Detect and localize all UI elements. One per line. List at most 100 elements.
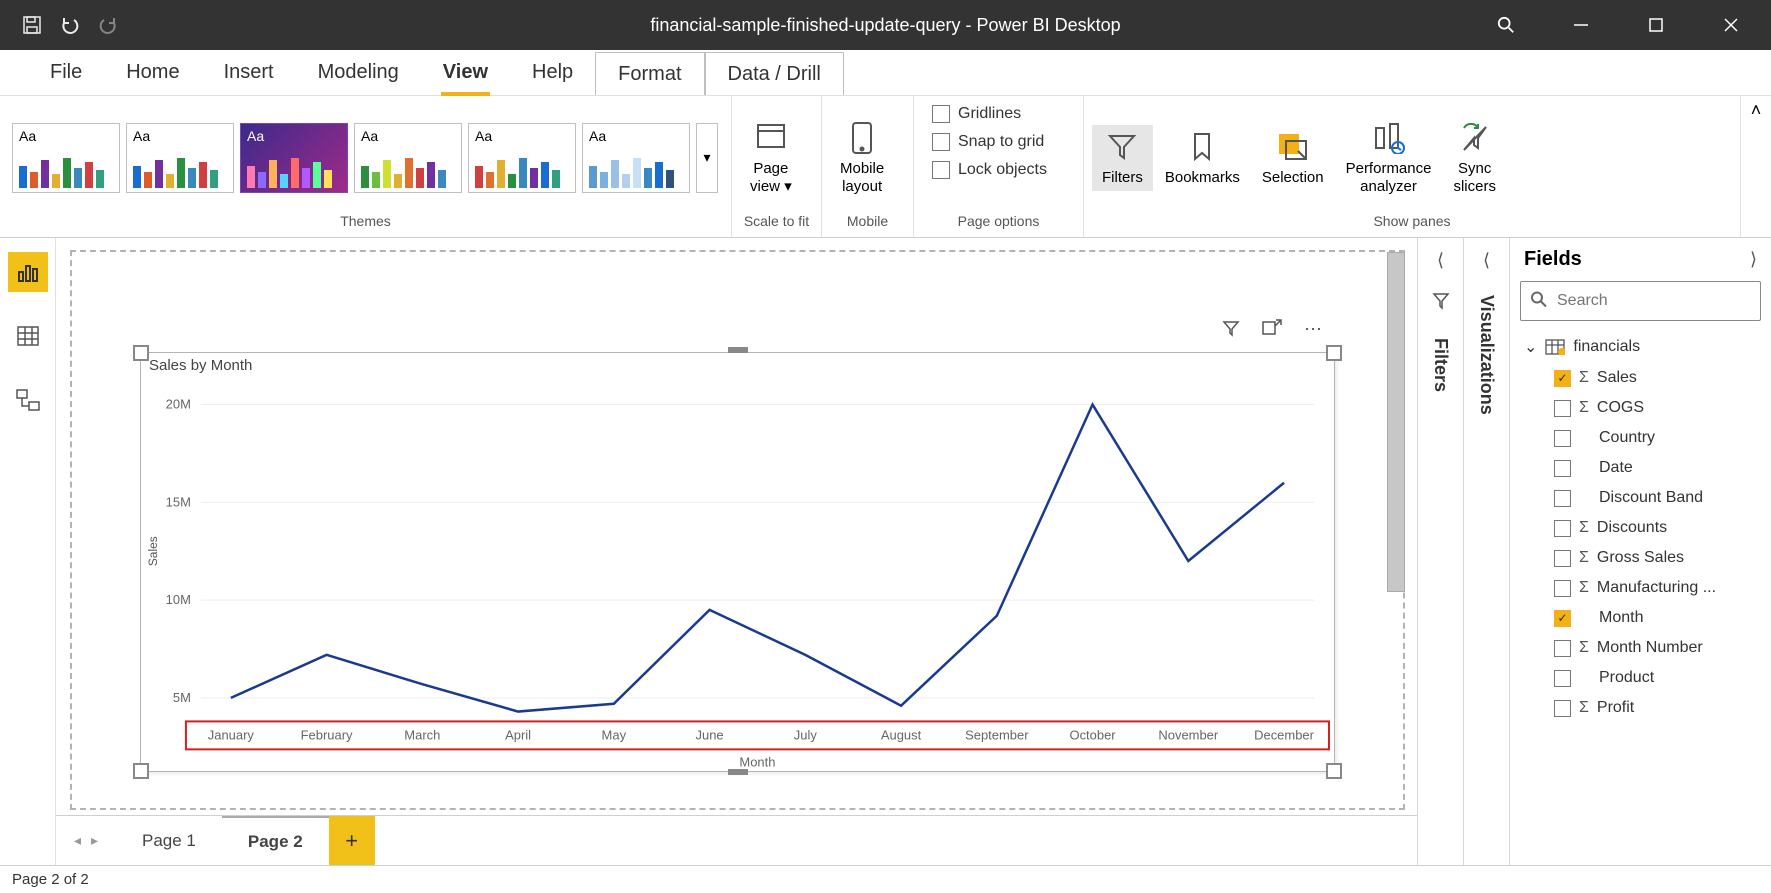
field-discounts[interactable]: ΣDiscounts [1520, 513, 1765, 543]
collapse-ribbon-icon[interactable]: ˄ [1741, 96, 1771, 237]
filters-pane-collapsed[interactable]: ⟨ Filters [1417, 238, 1463, 865]
tab-format[interactable]: Format [595, 52, 704, 95]
theme-6[interactable]: Aa [582, 123, 690, 193]
checkbox[interactable] [1554, 640, 1571, 657]
maximize-icon[interactable] [1646, 15, 1666, 35]
table-icon [1545, 339, 1565, 355]
field-product[interactable]: Product [1520, 663, 1765, 693]
page-view-button[interactable]: Page view ▾ [740, 116, 802, 200]
report-canvas[interactable]: ⋯ Sales by Month 5M10M15M20MJanuaryFebru… [56, 238, 1417, 815]
tab-modeling[interactable]: Modeling [296, 50, 421, 95]
checkbox[interactable]: ✓ [1554, 370, 1571, 387]
page-nav[interactable]: ◂▸ [56, 816, 116, 865]
theme-1[interactable]: Aa [12, 123, 120, 193]
tab-data-drill[interactable]: Data / Drill [705, 52, 844, 95]
chk-lock[interactable]: Lock objects [928, 158, 1051, 182]
add-page-button[interactable]: + [329, 816, 375, 865]
checkbox[interactable] [1554, 580, 1571, 597]
checkbox[interactable] [1554, 460, 1571, 477]
chevron-left-icon[interactable]: ⟨ [1483, 250, 1490, 271]
bookmarks-button[interactable]: Bookmarks [1155, 125, 1250, 191]
scrollbar[interactable] [1387, 252, 1405, 592]
group-themes-label: Themes [8, 213, 723, 237]
tab-insert[interactable]: Insert [202, 50, 296, 95]
report-page[interactable]: ⋯ Sales by Month 5M10M15M20MJanuaryFebru… [70, 250, 1405, 810]
page-tab-1[interactable]: Page 1 [116, 816, 222, 865]
performance-button[interactable]: Performance analyzer [1336, 116, 1442, 200]
theme-4[interactable]: Aa [354, 123, 462, 193]
close-icon[interactable] [1721, 15, 1741, 35]
checkbox[interactable] [1554, 670, 1571, 687]
mobile-layout-button[interactable]: Mobile layout [830, 116, 894, 200]
group-scale-label: Scale to fit [740, 213, 813, 237]
field-discount-band[interactable]: Discount Band [1520, 483, 1765, 513]
table-financials[interactable]: ⌄financials [1520, 331, 1765, 363]
svg-text:January: January [208, 727, 255, 742]
tab-help[interactable]: Help [510, 50, 595, 95]
checkbox[interactable] [1554, 430, 1571, 447]
theme-3[interactable]: Aa [240, 123, 348, 193]
themes-dropdown[interactable]: ▾ [696, 123, 718, 193]
report-view-button[interactable] [8, 252, 48, 292]
chart-plot: 5M10M15M20MJanuaryFebruaryMarchAprilMayJ… [141, 375, 1334, 772]
undo-icon[interactable] [60, 15, 80, 35]
save-icon[interactable] [22, 15, 42, 35]
line-chart-visual[interactable]: ⋯ Sales by Month 5M10M15M20MJanuaryFebru… [140, 352, 1335, 772]
tab-file[interactable]: File [28, 50, 104, 95]
selection-button[interactable]: Selection [1252, 125, 1334, 191]
field-gross-sales[interactable]: ΣGross Sales [1520, 543, 1765, 573]
checkbox[interactable] [1554, 400, 1571, 417]
visualizations-pane-label: Visualizations [1476, 291, 1497, 415]
chk-gridlines[interactable]: Gridlines [928, 102, 1025, 126]
tab-home[interactable]: Home [104, 50, 201, 95]
group-pageopts-label: Page options [922, 213, 1075, 237]
fields-pane: Fields ⟩ ⌄financials✓ΣSalesΣCOGSCountryD… [1509, 238, 1771, 865]
chk-snap[interactable]: Snap to grid [928, 130, 1048, 154]
field-sales[interactable]: ✓ΣSales [1520, 363, 1765, 393]
field-manufacturing-[interactable]: ΣManufacturing ... [1520, 573, 1765, 603]
checkbox[interactable] [1554, 550, 1571, 567]
visual-more-icon[interactable]: ⋯ [1304, 319, 1324, 340]
field-cogs[interactable]: ΣCOGS [1520, 393, 1765, 423]
svg-text:July: July [794, 727, 818, 742]
field-date[interactable]: Date [1520, 453, 1765, 483]
chevron-right-icon[interactable]: ⟩ [1750, 249, 1757, 270]
data-view-button[interactable] [8, 316, 48, 356]
field-month[interactable]: ✓Month [1520, 603, 1765, 633]
theme-5[interactable]: Aa [468, 123, 576, 193]
main: ⋯ Sales by Month 5M10M15M20MJanuaryFebru… [0, 238, 1771, 865]
visual-filter-icon[interactable] [1222, 319, 1240, 340]
search-icon[interactable] [1496, 15, 1516, 35]
minimize-icon[interactable] [1571, 15, 1591, 35]
svg-text:August: August [881, 727, 922, 742]
filters-pane-label: Filters [1430, 334, 1451, 392]
svg-text:November: November [1158, 727, 1219, 742]
visual-focus-icon[interactable] [1262, 319, 1282, 340]
sigma-icon: Σ [1579, 399, 1589, 417]
svg-text:20M: 20M [166, 397, 191, 412]
chevron-down-icon: ▾ [784, 178, 792, 195]
fields-search-input[interactable] [1520, 281, 1761, 321]
checkbox[interactable]: ✓ [1554, 610, 1571, 627]
sigma-icon: Σ [1579, 519, 1589, 537]
model-view-button[interactable] [8, 380, 48, 420]
sigma-icon: Σ [1579, 699, 1589, 717]
redo-icon[interactable] [98, 15, 118, 35]
sigma-icon: Σ [1579, 579, 1589, 597]
chevron-left-icon[interactable]: ⟨ [1437, 250, 1444, 271]
field-country[interactable]: Country [1520, 423, 1765, 453]
ribbon: AaAaAaAaAaAa ▾ Themes Page view ▾ Scale … [0, 96, 1771, 238]
field-profit[interactable]: ΣProfit [1520, 693, 1765, 723]
page-tab-2[interactable]: Page 2 [222, 816, 329, 865]
page-view-icon [753, 120, 789, 156]
visualizations-pane-collapsed[interactable]: ⟨ Visualizations [1463, 238, 1509, 865]
sync-slicers-button[interactable]: Sync slicers [1443, 116, 1506, 200]
checkbox[interactable] [1554, 490, 1571, 507]
field-month-number[interactable]: ΣMonth Number [1520, 633, 1765, 663]
filters-button[interactable]: Filters [1092, 125, 1153, 191]
checkbox[interactable] [1554, 700, 1571, 717]
checkbox[interactable] [1554, 520, 1571, 537]
tab-view[interactable]: View [421, 50, 510, 95]
group-showpanes-label: Show panes [1092, 213, 1732, 237]
theme-2[interactable]: Aa [126, 123, 234, 193]
